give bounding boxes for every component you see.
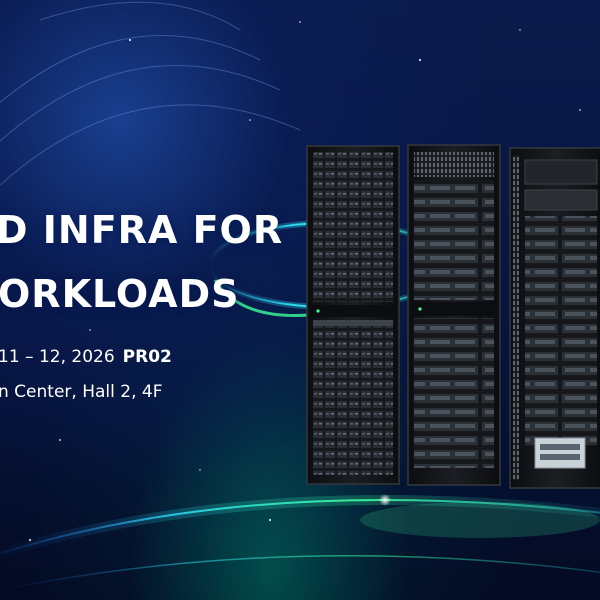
- booth-code: PR02: [122, 347, 172, 367]
- server-rack-icon: [306, 145, 400, 485]
- server-rack-icon: [509, 147, 600, 489]
- event-venue: n Center, Hall 2, 4F: [0, 382, 163, 402]
- event-date-line: 11 – 12, 2026 PR02: [0, 346, 172, 368]
- server-rack-icon: [407, 144, 501, 486]
- light-sweep: [0, 495, 600, 591]
- headline-line-1: D INFRA FOR: [0, 208, 284, 252]
- headline-line-2: ORKLOADS: [0, 272, 240, 316]
- event-banner: D INFRA FOR ORKLOADS 11 – 12, 2026 PR02 n…: [0, 0, 600, 600]
- event-dates: 11 – 12, 2026: [0, 347, 115, 367]
